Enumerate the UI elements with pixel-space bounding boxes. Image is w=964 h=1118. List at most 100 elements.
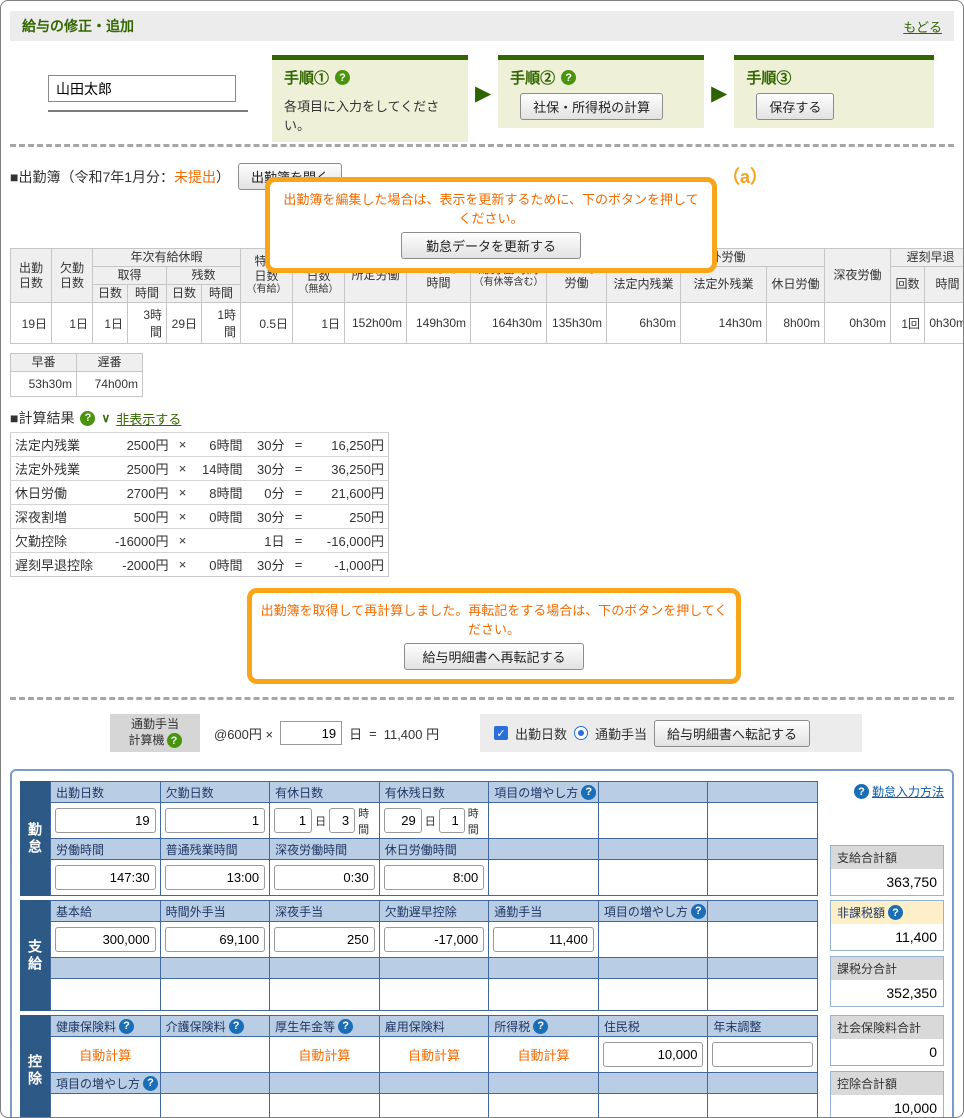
overtime-allowance-input[interactable] [165, 927, 266, 952]
care-insurance-cell [161, 1037, 271, 1073]
help-icon[interactable]: ? [338, 1019, 353, 1034]
col-header [708, 958, 818, 979]
col-header [161, 958, 271, 979]
employee-name-input[interactable] [48, 75, 236, 102]
arrow-right-icon: ▶ [711, 83, 727, 104]
calc-result-title: ■計算結果 [10, 408, 74, 428]
help-icon[interactable]: ? [143, 1076, 158, 1091]
paid-leave-remaining-hours-input[interactable] [439, 808, 465, 833]
employment-insurance-auto: 自動計算 [380, 1037, 490, 1073]
overtime-hours-input[interactable] [165, 865, 266, 890]
col-header: 基本給 [51, 901, 161, 922]
col-header [599, 958, 709, 979]
help-icon[interactable]: ? [561, 70, 576, 85]
col-header: 日数 [167, 285, 202, 303]
help-icon[interactable]: ? [691, 904, 706, 919]
help-icon[interactable]: ? [167, 733, 182, 748]
social-insurance-total-value: 0 [831, 1039, 943, 1065]
paid-leave-hours-input[interactable] [329, 808, 355, 833]
koujo-section: 控除 健康保険料? 介護保険料? 厚生年金等? 雇用保険料 所得税? 住民税 年… [20, 1015, 944, 1118]
night-work-hours-input[interactable] [274, 865, 375, 890]
col-header: 残数 [167, 267, 241, 285]
taxable-total-box: 課税分合計 352,350 [830, 956, 944, 1007]
step1-text: 各項目に入力をしてください。 [284, 96, 456, 134]
help-icon[interactable]: ? [854, 784, 869, 799]
step3-title: 手順③ [746, 67, 791, 88]
col-header: 休日労働時間 [380, 839, 490, 860]
work-hours-input[interactable] [55, 865, 156, 890]
commute-amount: 11,400 円 [384, 724, 439, 743]
kintai-section: 勤怠 出勤日数 欠勤日数 有休日数 有休残日数 項目の増やし方? 日時間 日時間… [20, 781, 944, 896]
col-header: 深夜手当 [270, 901, 380, 922]
health-insurance-auto: 自動計算 [51, 1037, 161, 1073]
shift-table: 早番 遅番 53h30m 74h00m [10, 353, 143, 397]
night-allowance-input[interactable] [274, 927, 375, 952]
col-header: 項目の増やし方? [51, 1073, 161, 1094]
commute-days-input[interactable] [280, 721, 342, 745]
cell: 19日 [11, 303, 52, 344]
help-icon[interactable]: ? [80, 411, 95, 426]
commute-allowance-radio[interactable] [574, 726, 588, 740]
col-header: 回数 [891, 267, 925, 303]
col-header: 時間 [925, 267, 964, 303]
help-icon[interactable]: ? [119, 1019, 134, 1034]
help-icon[interactable]: ? [888, 905, 903, 920]
holiday-work-hours-input[interactable] [384, 865, 485, 890]
help-icon[interactable]: ? [533, 1019, 548, 1034]
hide-link[interactable]: 非表示する [116, 409, 181, 428]
absence-deduction-input[interactable] [384, 927, 485, 952]
cell: 135h30m [547, 303, 607, 344]
calc-tax-button[interactable]: 社保・所得税の計算 [520, 93, 663, 120]
attendance-days-checkbox[interactable]: ✓ [494, 726, 508, 740]
paid-leave-remaining-days-input[interactable] [384, 808, 422, 833]
status-unsubmitted: 未提出 [174, 169, 216, 185]
deduction-total-value: 10,000 [831, 1095, 943, 1118]
col-header: 有休日数 [270, 782, 380, 803]
update-notice-text: 出勤簿を編集した場合は、表示を更新するために、下のボタンを押してください。 [278, 189, 704, 227]
commute-allowance-input[interactable] [493, 927, 594, 952]
col-header: 所得税? [489, 1016, 599, 1037]
col-header [51, 958, 161, 979]
col-header: 深夜労働時間 [270, 839, 380, 860]
col-header: 出勤日数 [51, 782, 161, 803]
col-header: 雇用保険料 [380, 1016, 490, 1037]
absence-days-input[interactable] [165, 808, 266, 833]
update-attendance-data-button[interactable]: 勤怠データを更新する [401, 232, 581, 259]
col-header: 厚生年金等? [270, 1016, 380, 1037]
payslip-form: 勤怠 出勤日数 欠勤日数 有休日数 有休残日数 項目の増やし方? 日時間 日時間… [10, 769, 954, 1118]
recalc-notice-box: 出勤簿を取得して再計算しました。再転記をする場合は、下のボタンを押してください。… [247, 588, 741, 684]
kintai-input-help-link[interactable]: 勤怠入力方法 [872, 783, 944, 800]
save-button[interactable]: 保存する [756, 93, 834, 120]
help-icon[interactable]: ? [229, 1019, 244, 1034]
deduction-total-box: 控除合計額 10,000 [830, 1071, 944, 1118]
resident-tax-input[interactable] [603, 1042, 704, 1067]
help-icon[interactable]: ? [335, 70, 350, 85]
help-icon[interactable]: ? [581, 785, 596, 800]
cell: 164h30m [471, 303, 547, 344]
col-header: 日数 [93, 285, 128, 303]
col-header: 欠勤 日数 [52, 249, 93, 303]
col-header [270, 1073, 380, 1094]
section-label-koujo: 控除 [20, 1015, 50, 1118]
transfer-to-payslip-button[interactable]: 給与明細書へ転記する [654, 720, 810, 747]
commute-rate: @600円 × [214, 724, 273, 743]
back-link[interactable]: もどる [903, 17, 942, 36]
cell: 1日 [93, 303, 128, 344]
col-header: 深夜労働 [825, 249, 891, 303]
col-header [708, 1073, 818, 1094]
table-row: 53h30m 74h00m [11, 372, 143, 397]
col-header: 取得 [93, 267, 167, 285]
col-header [380, 958, 490, 979]
base-salary-input[interactable] [55, 927, 156, 952]
step3-box: 手順③ 保存する [734, 55, 934, 128]
annotation-a: （a） [722, 163, 768, 189]
calc-result-heading: ■計算結果 ? ∨ 非表示する [10, 408, 954, 428]
deduction-total-label: 控除合計額 [831, 1072, 943, 1095]
update-notice-box: 出勤簿を編集した場合は、表示を更新するために、下のボタンを押してください。 勤怠… [265, 177, 717, 273]
attendance-days-input[interactable] [55, 808, 156, 833]
col-header [599, 1073, 709, 1094]
col-header [708, 901, 818, 922]
year-end-adjustment-input[interactable] [712, 1042, 813, 1067]
paid-leave-days-input[interactable] [274, 808, 312, 833]
retranscribe-button[interactable]: 給与明細書へ再転記する [404, 643, 584, 670]
